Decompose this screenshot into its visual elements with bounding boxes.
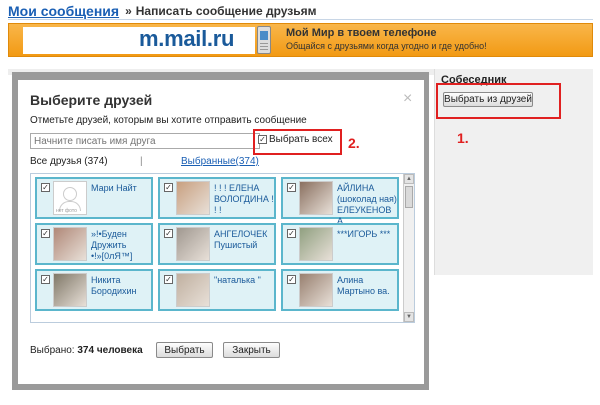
close-button[interactable]: Закрыть	[223, 342, 280, 358]
friend-name[interactable]: АНГЕЛОЧЕК Пушистый	[214, 229, 274, 251]
scroll-up-icon[interactable]: ▲	[404, 174, 414, 184]
choose-friends-dialog: Выберите друзей × Отметьте друзей, котор…	[18, 80, 424, 384]
phone-icon	[257, 26, 271, 54]
promo-banner[interactable]: m.mail.ru Мой Мир в твоем телефоне Общай…	[8, 23, 593, 57]
friend-name[interactable]: ***ИГОРЬ ***	[337, 229, 397, 240]
friend-card[interactable]: ✓ АНГЕЛОЧЕК Пушистый	[158, 223, 276, 265]
checkbox-icon[interactable]: ✓	[258, 135, 267, 144]
breadcrumb-my-messages-link[interactable]: Мои сообщения	[8, 3, 119, 19]
friend-card[interactable]: ✓ »!•Буден Дружить •!»[0лЯ™]	[35, 223, 153, 265]
breadcrumb-current: Написать сообщение друзьям	[135, 3, 317, 18]
annotation-number-1: 1.	[457, 130, 469, 146]
friend-name[interactable]: "наталька "	[214, 275, 274, 286]
annotation-highlight-1	[436, 83, 561, 119]
selected-count-value: 374 человека	[77, 345, 143, 356]
scroll-thumb[interactable]	[405, 186, 413, 208]
friend-card[interactable]: ✓ "наталька "	[158, 269, 276, 311]
scroll-down-icon[interactable]: ▼	[404, 312, 414, 322]
friends-list[interactable]: ✓ нет фото Мари Найт ✓ ! ! ! ЕЛЕНА ВОЛОГДИНА…	[30, 173, 415, 323]
select-all-label: Выбрать всех	[269, 134, 333, 145]
annotation-number-2: 2.	[348, 135, 360, 151]
friend-checkbox[interactable]: ✓	[287, 183, 296, 192]
friend-card[interactable]: ✓ ***ИГОРЬ ***	[281, 223, 399, 265]
dialog-title: Выберите друзей	[30, 92, 153, 108]
friend-avatar	[176, 181, 210, 215]
friend-avatar	[53, 273, 87, 307]
tab-all-friends[interactable]: Все друзья (374)	[30, 156, 108, 167]
friend-avatar	[299, 273, 333, 307]
friend-avatar	[299, 181, 333, 215]
select-button[interactable]: Выбрать	[156, 342, 213, 358]
dialog-instruction: Отметьте друзей, которым вы хотите отпра…	[30, 115, 307, 126]
selected-count: Выбрано: 374 человека	[30, 345, 143, 356]
breadcrumb: Мои сообщения » Написать сообщение друзь…	[8, 2, 593, 20]
friend-checkbox[interactable]: ✓	[287, 275, 296, 284]
page: Мои сообщения » Написать сообщение друзь…	[0, 0, 600, 405]
tab-selected-friends[interactable]: Выбранные(374)	[181, 156, 259, 167]
friend-card[interactable]: ✓ АЙЛИНА (шоколад ная) ЕЛЕУКЕНОВА	[281, 177, 399, 226]
friend-card[interactable]: ✓ нет фото Мари Найт	[35, 177, 153, 219]
friend-avatar	[176, 273, 210, 307]
banner-subtitle: Общайся с друзьями когда угодно и где уд…	[286, 41, 487, 51]
banner-title: Мой Мир в твоем телефоне	[286, 27, 437, 39]
friend-avatar	[53, 227, 87, 261]
friend-name[interactable]: Никита Бородихин	[91, 275, 151, 297]
friend-name[interactable]: »!•Буден Дружить •!»[0лЯ™]	[91, 229, 151, 262]
friend-name[interactable]: Алина Мартыно ва.	[337, 275, 397, 297]
no-photo-avatar: нет фото	[53, 181, 87, 215]
friend-name[interactable]: АЙЛИНА (шоколад ная) ЕЛЕУКЕНОВА	[337, 183, 397, 227]
friend-avatar	[299, 227, 333, 261]
friend-card[interactable]: ✓ ! ! ! ЕЛЕНА ВОЛОГДИНА ! ! !	[158, 177, 276, 219]
friend-checkbox[interactable]: ✓	[164, 229, 173, 238]
select-all-checkbox[interactable]: ✓ Выбрать всех	[258, 134, 333, 145]
breadcrumb-separator: »	[125, 3, 132, 18]
tab-separator: |	[140, 156, 143, 167]
friend-card[interactable]: ✓ Алина Мартыно ва.	[281, 269, 399, 311]
friend-checkbox[interactable]: ✓	[164, 275, 173, 284]
friend-checkbox[interactable]: ✓	[41, 229, 50, 238]
friend-checkbox[interactable]: ✓	[287, 229, 296, 238]
selected-count-label: Выбрано:	[30, 345, 75, 356]
friend-checkbox[interactable]: ✓	[164, 183, 173, 192]
friend-checkbox[interactable]: ✓	[41, 183, 50, 192]
friend-checkbox[interactable]: ✓	[41, 275, 50, 284]
friend-avatar	[176, 227, 210, 261]
friend-name[interactable]: ! ! ! ЕЛЕНА ВОЛОГДИНА ! ! !	[214, 183, 274, 216]
friend-name[interactable]: Мари Найт	[91, 183, 151, 194]
close-icon[interactable]: ×	[403, 90, 412, 108]
no-photo-text: нет фото	[56, 208, 77, 214]
friend-search-input[interactable]	[30, 133, 260, 149]
banner-logo: m.mail.ru	[139, 26, 235, 51]
friends-list-scrollbar[interactable]: ▲ ▼	[403, 174, 414, 322]
friend-card[interactable]: ✓ Никита Бородихин	[35, 269, 153, 311]
